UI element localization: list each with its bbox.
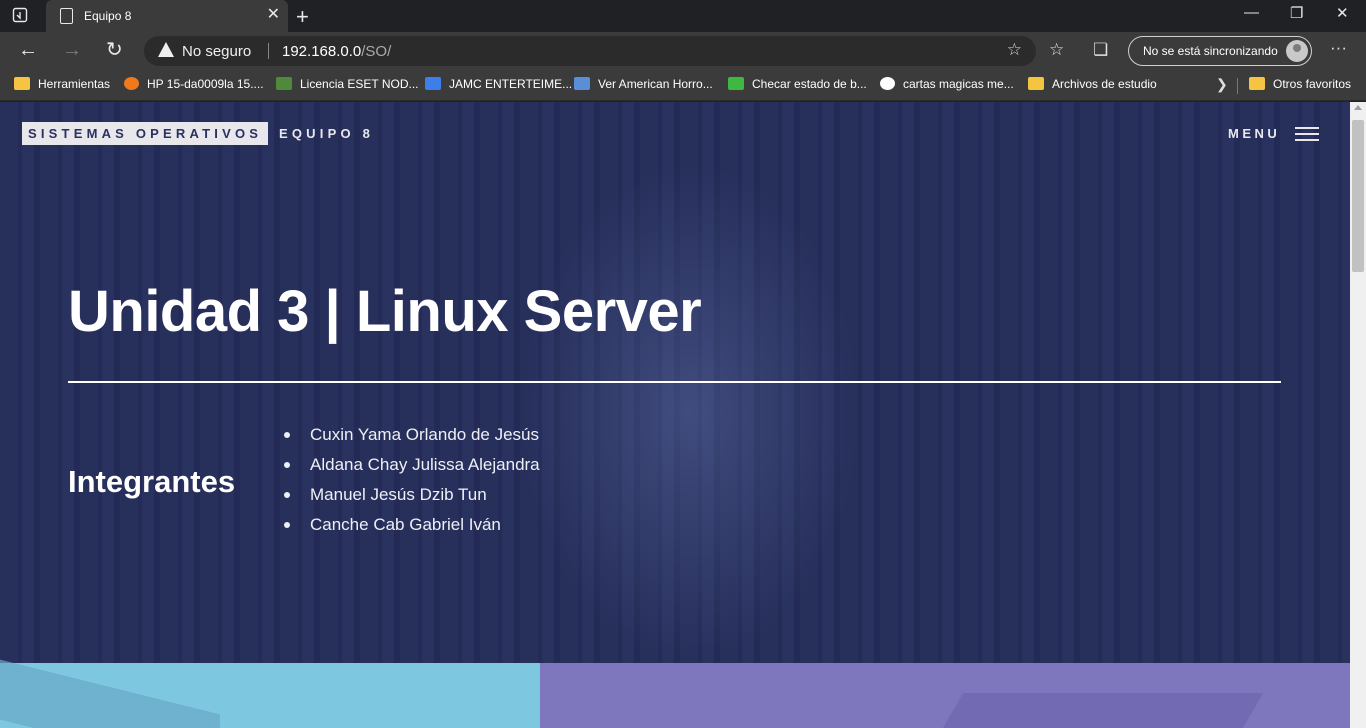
chevron-right-icon[interactable]: ❯ xyxy=(1216,76,1228,93)
more-icon[interactable]: ··· xyxy=(1330,38,1347,58)
warning-icon xyxy=(158,42,174,57)
list-item: Manuel Jesús Dzib Tun xyxy=(284,484,540,514)
hero-section: SISTEMAS OPERATIVOS EQUIPO 8 MENU Unidad… xyxy=(0,102,1350,663)
video-icon xyxy=(574,77,590,90)
bookmark-item[interactable]: Herramientas xyxy=(14,77,110,91)
hp-icon xyxy=(124,77,139,90)
hero-background xyxy=(520,162,860,662)
tab-active[interactable]: Equipo 8 ✕ xyxy=(46,0,288,32)
bookmark-item[interactable]: cartas magicas me... xyxy=(880,77,1014,91)
favorites-icon[interactable]: ☆ xyxy=(1049,40,1064,60)
bookmark-item[interactable]: Checar estado de b... xyxy=(728,77,867,91)
refresh-icon[interactable]: ↻ xyxy=(106,39,123,61)
tab-strip: Equipo 8 ✕ + — ❐ ✕ xyxy=(0,0,1366,32)
list-item: Cuxin Yama Orlando de Jesús xyxy=(284,424,540,454)
add-favorite-icon[interactable]: ☆ xyxy=(1007,40,1022,60)
cloud-icon xyxy=(425,77,441,90)
url-path: /SO/ xyxy=(361,43,392,60)
address-toolbar: ← → ↻ No seguro 192.168.0.0/SO/ ☆ ☆ ❏ No… xyxy=(0,32,1366,70)
page-icon xyxy=(60,8,73,24)
scroll-up-icon[interactable] xyxy=(1354,105,1362,110)
list-item: Aldana Chay Julissa Alejandra xyxy=(284,454,540,484)
tab-actions-icon[interactable] xyxy=(12,7,30,25)
back-icon[interactable]: ← xyxy=(18,39,38,61)
collections-icon[interactable]: ❏ xyxy=(1093,40,1108,60)
folder-icon xyxy=(1249,77,1265,90)
eset-icon xyxy=(276,77,292,90)
list-item: Canche Cab Gabriel Iván xyxy=(284,514,540,544)
folder-icon xyxy=(1028,77,1044,90)
scrollbar[interactable] xyxy=(1350,102,1366,728)
forward-icon[interactable]: → xyxy=(62,39,82,61)
divider xyxy=(268,43,269,59)
url-host: 192.168.0.0 xyxy=(282,43,362,60)
recycle-icon xyxy=(728,77,744,90)
divider xyxy=(68,381,1281,383)
avatar xyxy=(1286,40,1308,62)
other-favorites[interactable]: Otros favoritos xyxy=(1249,77,1351,91)
restore-icon[interactable]: ❐ xyxy=(1290,4,1303,22)
bookmark-item[interactable]: JAMC ENTERTEIME... xyxy=(425,77,572,91)
bookmarks-bar: Herramientas HP 15-da0009la 15.... Licen… xyxy=(0,70,1366,101)
bookmark-item[interactable]: Archivos de estudio xyxy=(1028,77,1157,91)
minimize-icon[interactable]: — xyxy=(1244,4,1259,21)
bookmark-label: Checar estado de b... xyxy=(752,77,867,91)
web-page: SISTEMAS OPERATIVOS EQUIPO 8 MENU Unidad… xyxy=(0,102,1350,728)
address-bar[interactable]: No seguro 192.168.0.0/SO/ ☆ xyxy=(144,36,1036,66)
members-list: Cuxin Yama Orlando de Jesús Aldana Chay … xyxy=(284,424,540,544)
feature-panel-left xyxy=(0,663,540,728)
google-icon xyxy=(880,77,895,90)
bookmark-label: Herramientas xyxy=(38,77,111,91)
members-heading: Integrantes xyxy=(68,464,236,499)
bookmark-label: JAMC ENTERTEIME... xyxy=(449,77,573,91)
site-team: EQUIPO 8 xyxy=(279,126,375,141)
bookmark-label: cartas magicas me... xyxy=(903,77,1014,91)
bookmark-label: Licencia ESET NOD... xyxy=(300,77,419,91)
tab-title: Equipo 8 xyxy=(84,9,132,23)
security-label[interactable]: No seguro xyxy=(182,43,251,60)
scrollbar-thumb[interactable] xyxy=(1352,120,1364,272)
bookmark-item[interactable]: HP 15-da0009la 15.... xyxy=(124,77,264,91)
divider xyxy=(1237,78,1238,94)
folder-icon xyxy=(14,77,30,90)
bookmark-label: Archivos de estudio xyxy=(1052,77,1157,91)
new-tab-button[interactable]: + xyxy=(296,4,309,30)
menu-label[interactable]: MENU xyxy=(1228,126,1280,141)
close-window-icon[interactable]: ✕ xyxy=(1336,4,1349,22)
profile-button[interactable]: No se está sincronizando xyxy=(1128,36,1312,66)
bookmark-label: Otros favoritos xyxy=(1273,77,1352,91)
bookmark-label: Ver American Horro... xyxy=(598,77,713,91)
bookmark-item[interactable]: Ver American Horro... xyxy=(574,77,713,91)
site-brand[interactable]: SISTEMAS OPERATIVOS xyxy=(22,122,269,145)
bookmark-item[interactable]: Licencia ESET NOD... xyxy=(276,77,419,91)
url-text[interactable]: 192.168.0.0/SO/ xyxy=(282,43,391,60)
sync-status: No se está sincronizando xyxy=(1143,44,1278,58)
close-tab-icon[interactable]: ✕ xyxy=(267,6,280,24)
bookmark-label: HP 15-da0009la 15.... xyxy=(147,77,264,91)
page-title: Unidad 3 | Linux Server xyxy=(68,279,702,344)
feature-panel-right xyxy=(540,663,1350,728)
hamburger-icon[interactable] xyxy=(1295,127,1319,141)
